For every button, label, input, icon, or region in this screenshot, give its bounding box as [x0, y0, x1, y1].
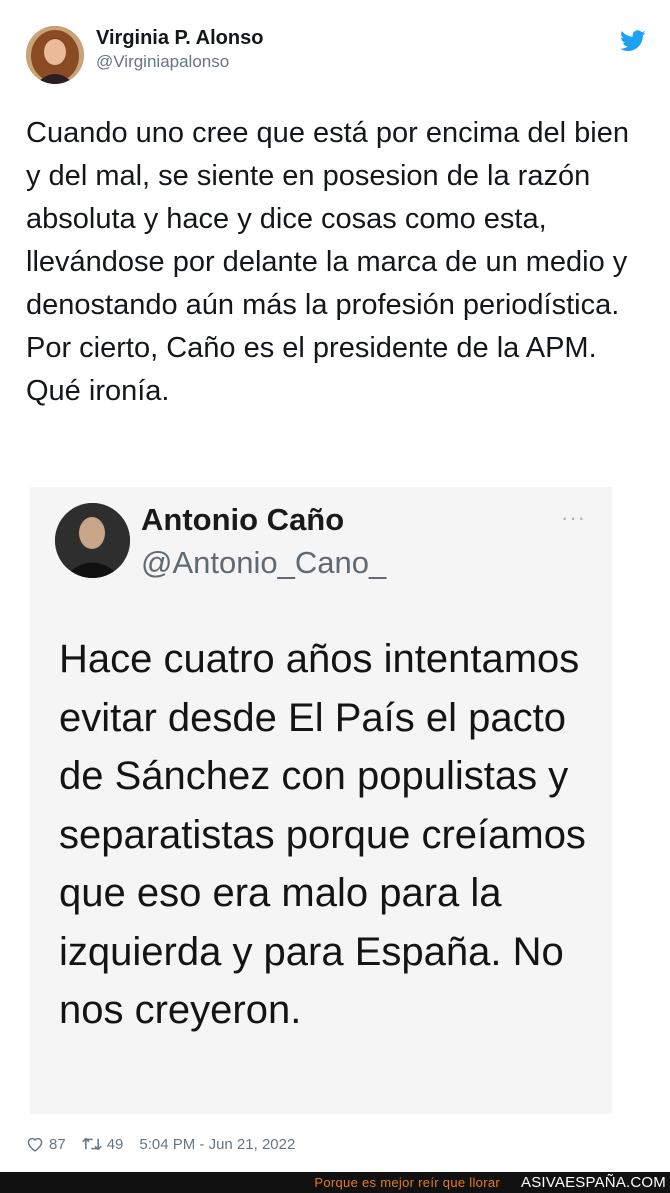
embed-author-handle: @Antonio_Cano_	[141, 545, 387, 580]
footer-site-name: ASIVAESPAÑA.COM	[521, 1174, 666, 1191]
tweet-meta: 87 49 5:04 PM - Jun 21, 2022	[26, 1133, 295, 1155]
retweet-icon	[81, 1137, 102, 1151]
embedded-tweet-screenshot: Antonio Caño @Antonio_Cano_ ··· Hace cua…	[30, 487, 612, 1114]
heart-icon	[27, 1137, 43, 1152]
watermark-footer: Porque es mejor reír que llorar ASIVAESP…	[0, 1172, 670, 1193]
author-handle[interactable]: @Virginiapalonso	[96, 52, 229, 72]
retweet-count: 49	[106, 1135, 124, 1153]
author-name[interactable]: Virginia P. Alonso	[96, 27, 263, 50]
footer-tagline: Porque es mejor reír que llorar	[314, 1175, 500, 1190]
like-action[interactable]: 87	[26, 1136, 66, 1153]
tweet-timestamp[interactable]: 5:04 PM - Jun 21, 2022	[139, 1136, 295, 1153]
author-avatar-image	[26, 26, 84, 84]
more-options-icon: ···	[561, 505, 586, 530]
twitter-bird-icon[interactable]	[620, 30, 646, 52]
tweet-card: Virginia P. Alonso @Virginiapalonso Cuan…	[0, 0, 670, 1172]
author-avatar[interactable]	[26, 26, 84, 84]
embed-author-avatar	[55, 503, 130, 578]
embed-author-name: Antonio Caño	[141, 502, 345, 537]
tweet-text: Cuando uno cree que está por encima del …	[26, 117, 629, 407]
embed-tweet-text: Hace cuatro años intentamos evitar desde…	[59, 637, 586, 1032]
like-count: 87	[49, 1135, 66, 1153]
tweet-header: Virginia P. Alonso @Virginiapalonso	[26, 24, 646, 86]
retweet-action[interactable]: 49	[81, 1135, 124, 1153]
